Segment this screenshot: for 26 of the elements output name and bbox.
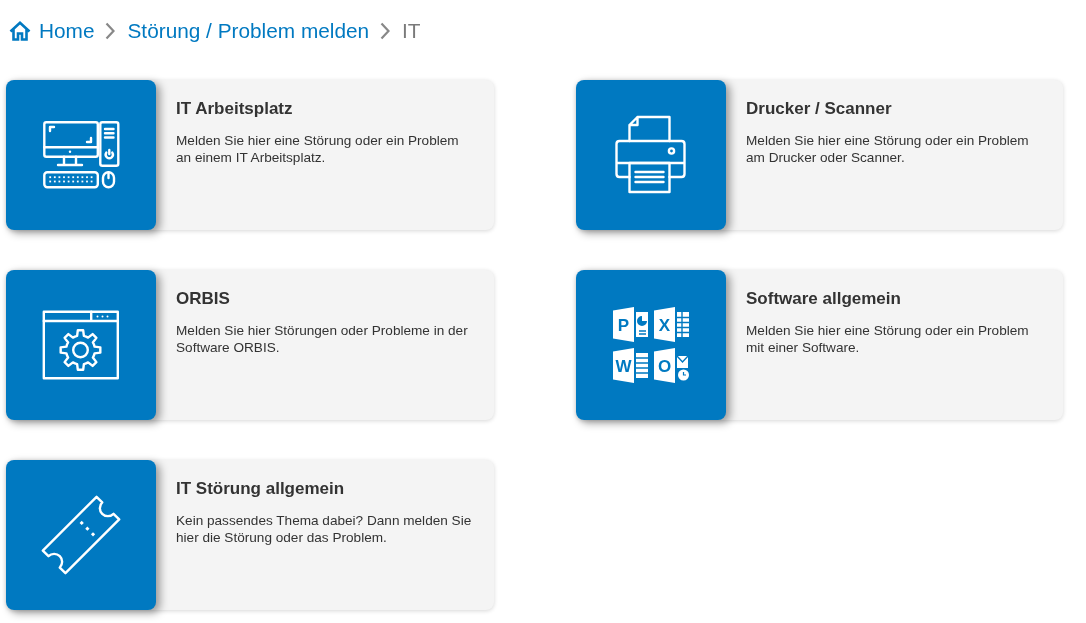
breadcrumb-current: IT <box>402 18 421 44</box>
card-description: Melden Sie hier Störungen oder Probleme in der Software ORBIS. <box>176 322 469 356</box>
breadcrumb-link[interactable]: Störung / Problem melden <box>127 18 370 44</box>
topic-card[interactable]: IT Störung allgemein Kein passendes Thema dabei? Dann melden Sie hier die Störung oder das Problem. <box>6 460 494 610</box>
topic-card[interactable]: Drucker / Scanner Melden Sie hier eine Störung oder ein Problem am Drucker oder Scanner. <box>576 80 1063 230</box>
chevron-icon <box>105 22 116 40</box>
card-title: Drucker / Scanner <box>746 98 893 120</box>
card-description: Kein passendes Thema dabei? Dann melden Sie hier die Störung oder das Problem. <box>176 512 473 546</box>
breadcrumb-link[interactable]: Home <box>9 18 95 44</box>
home-icon <box>9 21 31 41</box>
card-description: Melden Sie hier eine Störung oder ein Problem mit einer Software. <box>746 322 1030 356</box>
card-title: ORBIS <box>176 288 231 310</box>
card-title: Software allgemein <box>746 288 902 310</box>
topic-card[interactable]: P X W O Software allgemein Melden Sie hier eine Störung oder ein Problem mit einer Software. <box>576 270 1063 420</box>
topic-card[interactable]: ORBIS Melden Sie hier Störungen oder Probleme in der Software ORBIS. <box>6 270 494 420</box>
card-description: Melden Sie hier eine Störung oder ein Problem am Drucker oder Scanner. <box>746 132 1030 166</box>
app-logos-icon: P X W O <box>576 270 726 420</box>
card-description: Melden Sie hier eine Störung oder ein Problem an einem IT Arbeitsplatz. <box>176 132 460 166</box>
ticket-icon <box>6 460 156 610</box>
card-title: IT Störung allgemein <box>176 478 346 500</box>
computer-icon <box>6 80 156 230</box>
printer-icon <box>576 80 726 230</box>
chevron-icon <box>380 22 391 40</box>
topic-card[interactable]: IT Arbeitsplatz Melden Sie hier eine Störung oder ein Problem an einem IT Arbeitsplatz. <box>6 80 494 230</box>
settings-window-icon <box>6 270 156 420</box>
card-title: IT Arbeitsplatz <box>176 98 294 120</box>
